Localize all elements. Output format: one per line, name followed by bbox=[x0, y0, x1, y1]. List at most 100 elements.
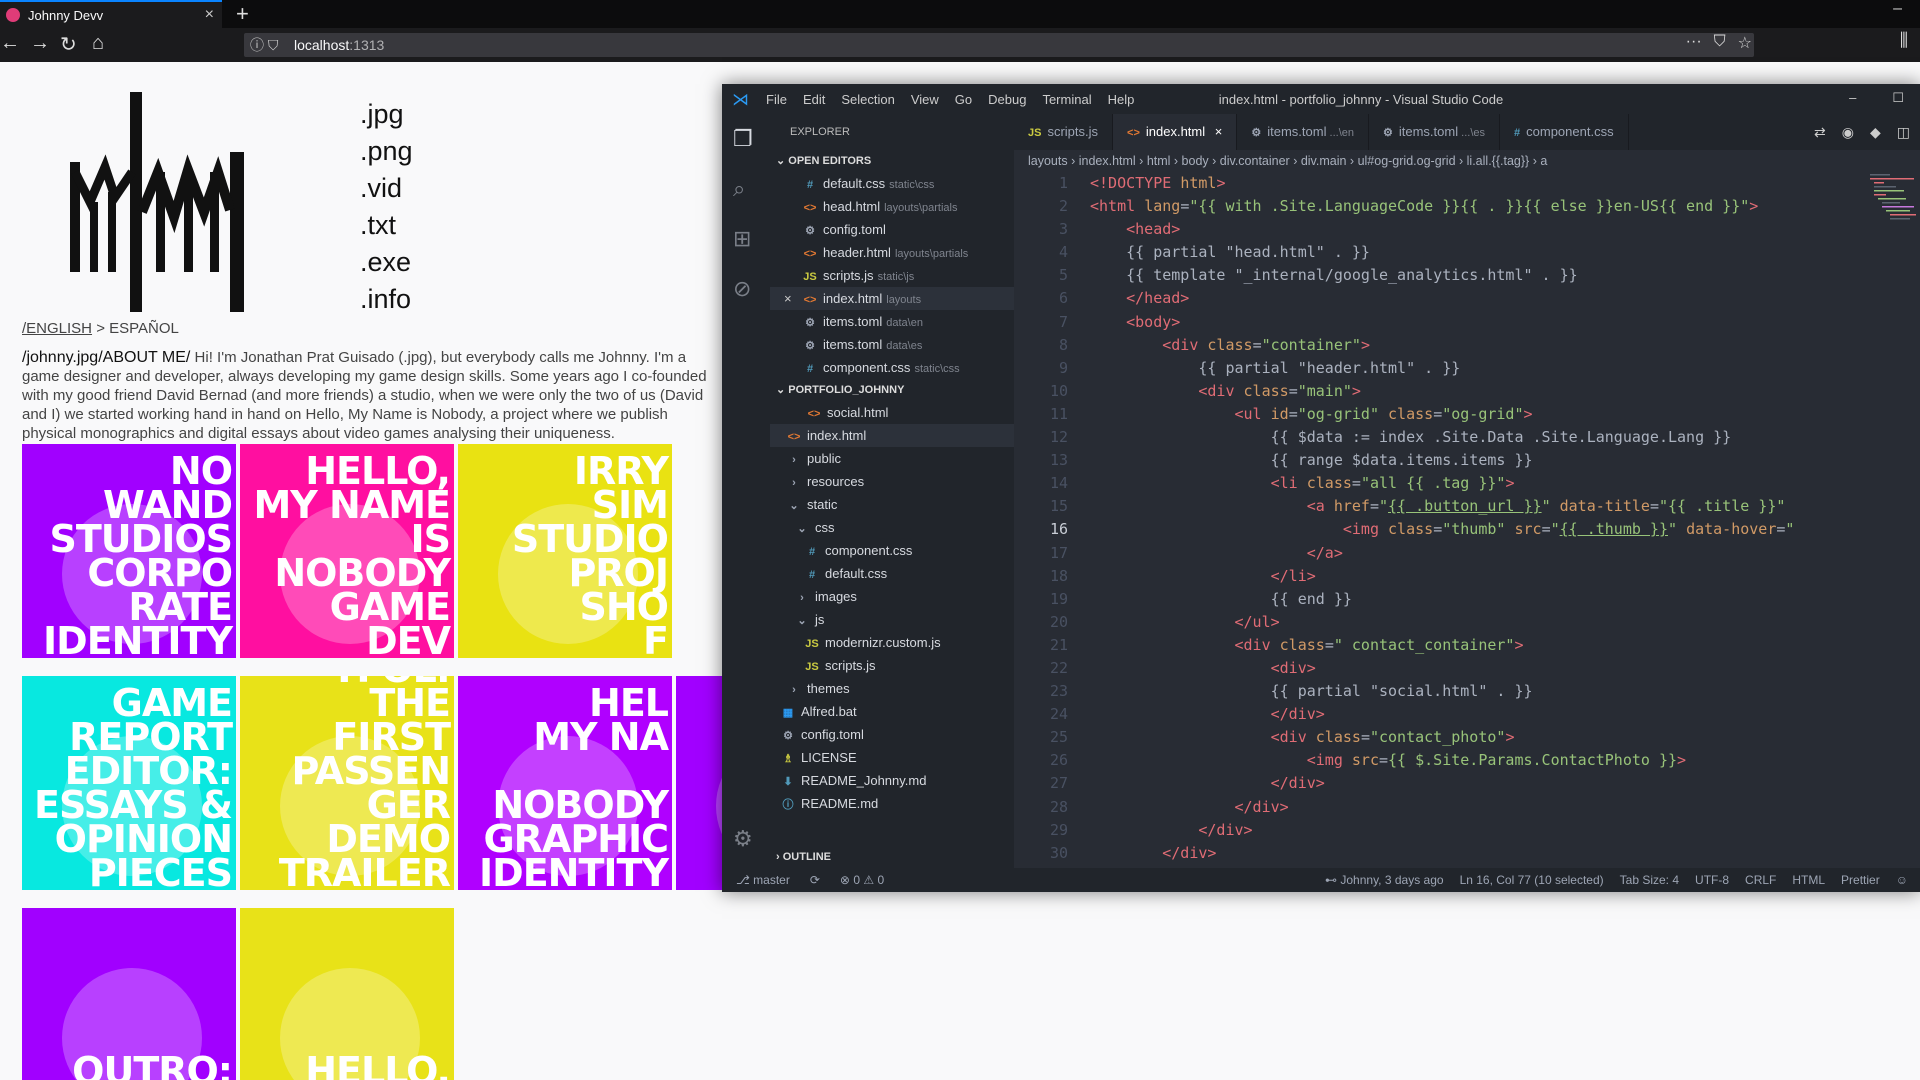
portfolio-tile[interactable]: NO WAND STUDIOS CORPO RATE IDENTITY bbox=[22, 444, 236, 658]
nav-link-exe[interactable]: .exe bbox=[360, 244, 413, 281]
tree-item[interactable]: ⓘ README.md bbox=[770, 792, 1014, 815]
code-line[interactable]: 23 {{ partial "social.html" . }} bbox=[1014, 680, 1920, 703]
code-line[interactable]: 29 </div> bbox=[1014, 819, 1920, 842]
settings-gear-icon[interactable]: ⚙ bbox=[733, 826, 753, 852]
code-line[interactable]: 30 </div> bbox=[1014, 842, 1920, 865]
pocket-icon[interactable]: ⛉ bbox=[1714, 33, 1726, 53]
code-line[interactable]: 9 {{ partial "header.html" . }} bbox=[1014, 357, 1920, 380]
code-line[interactable]: 13 {{ range $data.items.items }} bbox=[1014, 449, 1920, 472]
tree-item[interactable]: ⬇ README_Johnny.md bbox=[770, 769, 1014, 792]
code-line[interactable]: 25 <div class="contact_photo"> bbox=[1014, 726, 1920, 749]
preview-icon[interactable]: ◉ bbox=[1842, 124, 1854, 140]
tree-item[interactable]: ⌄ css bbox=[770, 516, 1014, 539]
close-editor-icon[interactable]: × bbox=[784, 287, 792, 310]
minimize-icon[interactable]: – bbox=[1849, 90, 1856, 106]
open-editor-item[interactable]: ⚙ items.toml data\es bbox=[770, 333, 1014, 356]
sync-icon[interactable]: ⟳ bbox=[810, 868, 820, 892]
code-line[interactable]: 17 </a> bbox=[1014, 542, 1920, 565]
breadcrumb-item[interactable]: layouts bbox=[1028, 154, 1068, 168]
split-editor-icon[interactable]: ◫ bbox=[1897, 124, 1910, 140]
minimize-window-icon[interactable]: – bbox=[1893, 0, 1902, 18]
open-editor-item[interactable]: JS scripts.js static\js bbox=[770, 264, 1014, 287]
code-line[interactable]: 18 </li> bbox=[1014, 565, 1920, 588]
nav-link-info[interactable]: .info bbox=[360, 281, 413, 318]
lang-english-link[interactable]: /ENGLISH bbox=[22, 320, 92, 337]
tree-item[interactable]: JS modernizr.custom.js bbox=[770, 631, 1014, 654]
open-editor-item[interactable]: <> header.html layouts\partials bbox=[770, 241, 1014, 264]
portfolio-tile[interactable]: TFOL:THE FIRSTPASSENGERDEMOTRAILER bbox=[240, 676, 454, 890]
code-line[interactable]: 20 </ul> bbox=[1014, 611, 1920, 634]
tree-item[interactable]: ⌄ js bbox=[770, 608, 1014, 631]
open-editors-section[interactable]: ⌄ OPEN EDITORS bbox=[770, 150, 1014, 172]
url-bar[interactable]: ⓘ ⛉ localhost:1313 bbox=[244, 33, 1754, 57]
open-editor-item[interactable]: # component.css static\css bbox=[770, 356, 1014, 379]
code-editor[interactable]: 1 <!DOCTYPE html> 2 <html lang="{{ with .Si… bbox=[1014, 172, 1920, 868]
code-line[interactable]: 2 <html lang="{{ with .Site.LanguageCode … bbox=[1014, 195, 1920, 218]
tab-index-html[interactable]: <> index.html × bbox=[1113, 114, 1238, 150]
debug-icon[interactable]: ⊘ bbox=[733, 276, 751, 302]
code-line[interactable]: 15 <a href="{{ .button_url }}" data-titl… bbox=[1014, 495, 1920, 518]
code-line[interactable]: 10 <div class="main"> bbox=[1014, 380, 1920, 403]
tab-items-toml[interactable]: ⚙ items.toml ...\en bbox=[1237, 114, 1369, 150]
close-tab-icon[interactable]: × bbox=[1211, 124, 1223, 139]
encoding[interactable]: UTF-8 bbox=[1695, 868, 1729, 892]
tree-item[interactable]: › public bbox=[770, 447, 1014, 470]
tree-item[interactable]: › themes bbox=[770, 677, 1014, 700]
feedback-icon[interactable]: ☺ bbox=[1896, 868, 1908, 892]
prettier-status[interactable]: Prettier bbox=[1841, 868, 1880, 892]
breadcrumb-item[interactable]: index.html bbox=[1079, 154, 1136, 168]
code-line[interactable]: 4 {{ partial "head.html" . }} bbox=[1014, 241, 1920, 264]
library-icon[interactable]: ⫼ bbox=[1900, 30, 1908, 51]
tree-item[interactable]: JS scripts.js bbox=[770, 654, 1014, 677]
reload-icon[interactable]: ↻ bbox=[60, 32, 77, 57]
maximize-icon[interactable]: ☐ bbox=[1892, 90, 1904, 106]
outline-section[interactable]: › OUTLINE bbox=[770, 846, 1014, 868]
code-line[interactable]: 21 <div class=" contact_container"> bbox=[1014, 634, 1920, 657]
code-line[interactable]: 22 <div> bbox=[1014, 657, 1920, 680]
extensions-icon[interactable]: ⊞ bbox=[733, 226, 751, 252]
project-section[interactable]: ⌄ PORTFOLIO_JOHNNY bbox=[770, 379, 1014, 401]
nav-link-png[interactable]: .png bbox=[360, 133, 413, 170]
portfolio-tile[interactable]: HEL MY NA NOBODY GRAPHIC IDENTITY bbox=[458, 676, 672, 890]
code-line[interactable]: 5 {{ template "_internal/google_analytic… bbox=[1014, 264, 1920, 287]
tree-item[interactable]: ⌄ static bbox=[770, 493, 1014, 516]
back-icon[interactable]: ← bbox=[0, 32, 20, 55]
portfolio-tile[interactable]: HELLO,MY NAME bbox=[240, 908, 454, 1080]
code-line[interactable]: 7 <body> bbox=[1014, 311, 1920, 334]
minimap[interactable] bbox=[1868, 172, 1920, 232]
code-line[interactable]: 24 </div> bbox=[1014, 703, 1920, 726]
open-editor-item[interactable]: ⚙ config.toml bbox=[770, 218, 1014, 241]
lang-spanish-link[interactable]: ESPAÑOL bbox=[109, 320, 179, 337]
problems-indicator[interactable]: ⊗ 0 ⚠ 0 bbox=[840, 868, 884, 892]
git-blame[interactable]: ⊷ Johnny, 3 days ago bbox=[1325, 868, 1444, 892]
breadcrumb-item[interactable]: ul#og-grid.og-grid bbox=[1358, 154, 1456, 168]
tree-item[interactable]: › images bbox=[770, 585, 1014, 608]
portfolio-tile[interactable]: HELLO, MY NAME IS NOBODY GAME DEV bbox=[240, 444, 454, 658]
code-line[interactable]: 16 <img class="thumb" src="{{ .thumb }}"… bbox=[1014, 518, 1920, 541]
breadcrumb-item[interactable]: li.all.{{.tag}} bbox=[1467, 154, 1530, 168]
nav-link-vid[interactable]: .vid bbox=[360, 170, 413, 207]
code-line[interactable]: 19 {{ end }} bbox=[1014, 588, 1920, 611]
code-line[interactable]: 6 </head> bbox=[1014, 287, 1920, 310]
forward-icon[interactable]: → bbox=[30, 32, 50, 55]
open-editor-item[interactable]: ⚙ items.toml data\en bbox=[770, 310, 1014, 333]
tree-item[interactable]: ▦ Alfred.bat bbox=[770, 700, 1014, 723]
code-line[interactable]: 26 <img src={{ $.Site.Params.ContactPhot… bbox=[1014, 749, 1920, 772]
new-tab-icon[interactable]: + bbox=[236, 1, 249, 27]
home-icon[interactable]: ⌂ bbox=[92, 32, 104, 55]
code-line[interactable]: 14 <li class="all {{ .tag }}"> bbox=[1014, 472, 1920, 495]
code-line[interactable]: 8 <div class="container"> bbox=[1014, 334, 1920, 357]
breadcrumb-item[interactable]: div.main bbox=[1301, 154, 1347, 168]
search-icon[interactable]: ⌕ bbox=[733, 176, 745, 202]
tab-component-css[interactable]: # component.css bbox=[1500, 114, 1629, 150]
breadcrumb-item[interactable]: a bbox=[1540, 154, 1547, 168]
tree-item[interactable]: ♗ LICENSE bbox=[770, 746, 1014, 769]
open-editor-item[interactable]: × <> index.html layouts bbox=[770, 287, 1014, 310]
tree-item[interactable]: › resources bbox=[770, 470, 1014, 493]
site-info-icon[interactable]: ⓘ ⛉ bbox=[250, 33, 278, 57]
portfolio-tile[interactable]: IRRY SIM STUDIO PROJ SHO F bbox=[458, 444, 672, 658]
breadcrumb-item[interactable]: div.container bbox=[1220, 154, 1290, 168]
breadcrumb-item[interactable]: html bbox=[1147, 154, 1171, 168]
tab-size[interactable]: Tab Size: 4 bbox=[1620, 868, 1679, 892]
cursor-position[interactable]: Ln 16, Col 77 (10 selected) bbox=[1460, 868, 1604, 892]
